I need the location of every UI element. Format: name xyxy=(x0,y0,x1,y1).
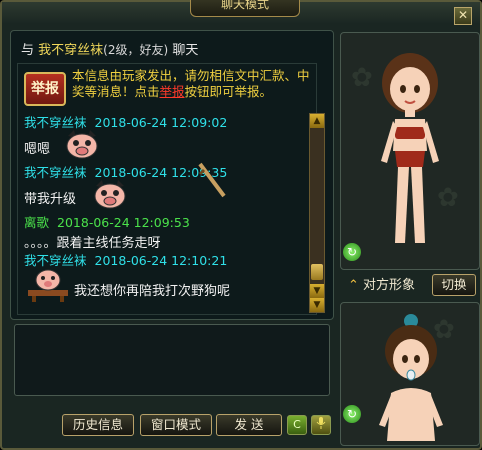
message-sender-line: 离歌 2018-06-24 12:09:53 xyxy=(24,212,190,231)
message-time: 2018-06-24 12:09:02 xyxy=(94,115,228,130)
message-sender-line: 我不穿丝袜 2018-06-24 12:09:02 xyxy=(24,112,227,131)
rotate-icon[interactable]: ↻ xyxy=(343,405,361,423)
header-suffix: 聊天 xyxy=(172,43,199,58)
sender-name[interactable]: 我不穿丝袜 xyxy=(24,253,87,268)
window-title: 聊天模式 xyxy=(190,0,300,17)
message-time: 2018-06-24 12:10:21 xyxy=(94,253,228,268)
pig-emoji-icon xyxy=(66,130,98,159)
scroll-end-icon[interactable]: ▼ xyxy=(310,298,324,312)
message-time: 2018-06-24 12:09:53 xyxy=(57,215,190,230)
message-text: 。。。。跟着主线任务走呀 xyxy=(24,236,161,251)
microphone-icon[interactable] xyxy=(311,415,331,435)
chat-header: 与 我不穿丝袜(2级，好友) 聊天 xyxy=(21,39,198,58)
scroll-thumb[interactable] xyxy=(311,264,323,280)
rotate-icon[interactable]: ↻ xyxy=(343,243,361,261)
pig-bench-emoji-icon xyxy=(28,269,68,302)
sender-name[interactable]: 我不穿丝袜 xyxy=(24,165,87,180)
header-prefix: 与 xyxy=(21,43,35,58)
scroll-down-icon[interactable]: ▼ xyxy=(310,284,324,298)
message-input[interactable] xyxy=(14,324,330,396)
report-notice: 本信息由玩家发出，请勿相信文中汇款、中奖等消息！点击举报按钮即可举报。 xyxy=(72,68,312,100)
send-button[interactable]: 发 送 xyxy=(216,414,282,436)
self-character-avatar xyxy=(379,314,443,441)
notice-tail: 按钮即可举报。 xyxy=(184,84,273,99)
message-text: 带我升级 xyxy=(24,192,77,207)
double-chevron-up-icon: ⌃ xyxy=(348,278,359,293)
friend-name[interactable]: 我不穿丝袜 xyxy=(38,43,103,58)
other-character-avatar xyxy=(381,53,439,243)
self-character-panel: ✿ ↻ xyxy=(340,302,480,446)
window-mode-button[interactable]: 窗口模式 xyxy=(140,414,212,436)
chat-window: 聊天模式 ✕ 与 我不穿丝袜(2级，好友) 聊天 举报 本信息由玩家发出，请勿相… xyxy=(0,0,482,450)
message-text: 嗯嗯 xyxy=(24,142,51,157)
message-area: 举报 本信息由玩家发出，请勿相信文中汇款、中奖等消息！点击举报按钮即可举报。 我… xyxy=(17,63,317,315)
c-button[interactable]: C xyxy=(287,415,307,435)
close-button[interactable]: ✕ xyxy=(454,7,472,25)
history-button[interactable]: 历史信息 xyxy=(62,414,134,436)
sword-cursor-icon xyxy=(198,162,226,198)
report-link[interactable]: 举报 xyxy=(160,84,185,99)
other-appearance-label: ⌃ 对方形象 xyxy=(348,274,415,293)
other-appearance-text: 对方形象 xyxy=(363,278,416,293)
pig-emoji-icon xyxy=(94,180,126,209)
friend-level: (2级，好友) xyxy=(103,43,169,57)
scroll-up-icon[interactable]: ▲ xyxy=(310,114,324,128)
switch-button[interactable]: 切换 xyxy=(432,274,476,296)
other-character-panel: ✿ ✿ ↻ xyxy=(340,32,480,270)
chat-scrollbar[interactable]: ▲ ▼ ▼ xyxy=(309,113,325,313)
chat-panel: 与 我不穿丝袜(2级，好友) 聊天 举报 本信息由玩家发出，请勿相信文中汇款、中… xyxy=(10,30,334,320)
report-button[interactable]: 举报 xyxy=(24,72,66,106)
message-text: 我还想你再陪我打次野狗呢 xyxy=(74,284,231,299)
message-sender-line: 我不穿丝袜 2018-06-24 12:10:21 xyxy=(24,250,227,269)
sender-name[interactable]: 离歌 xyxy=(24,215,49,230)
